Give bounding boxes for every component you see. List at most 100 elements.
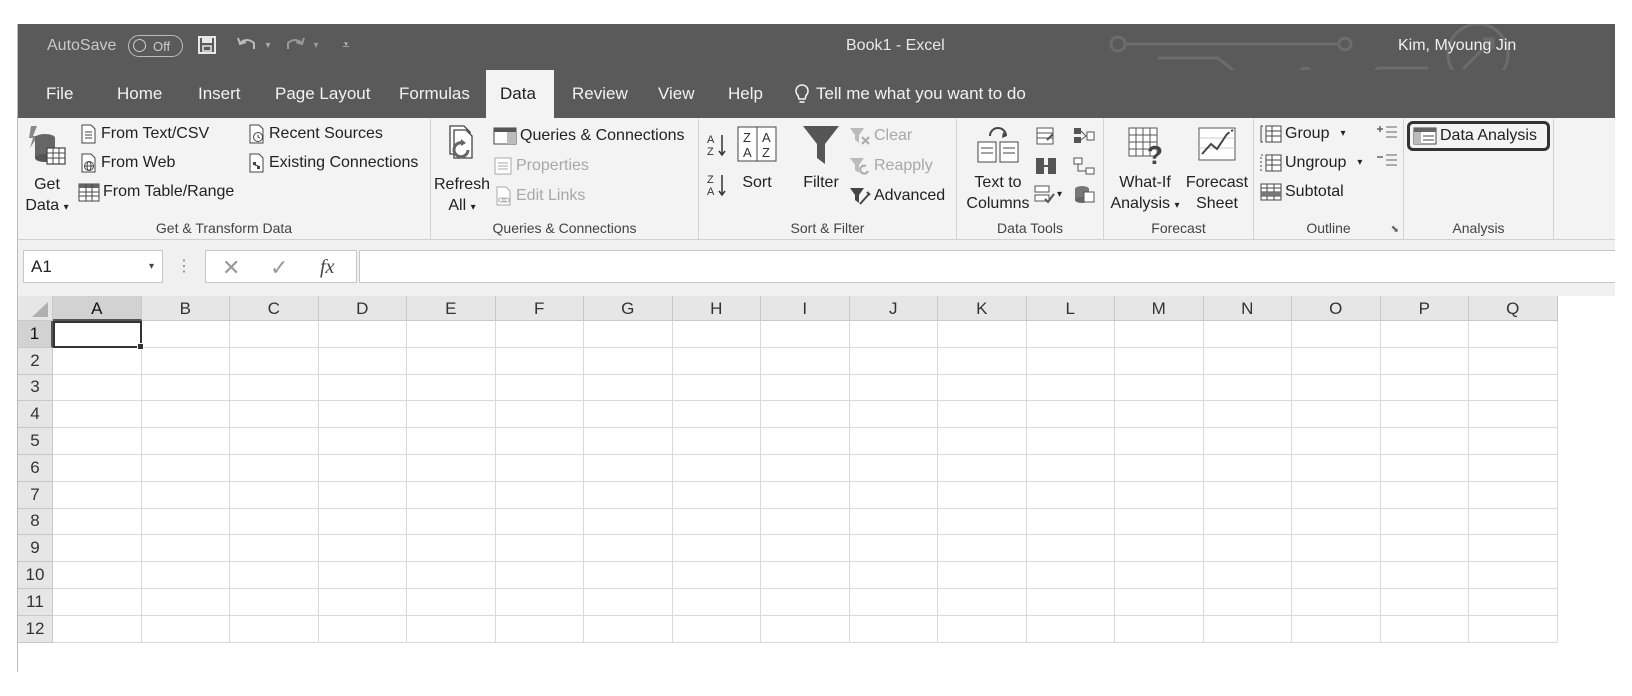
cell-i2[interactable] <box>761 347 850 375</box>
cell-a8[interactable] <box>53 508 142 536</box>
cell-g1[interactable] <box>584 321 673 348</box>
cell-m11[interactable] <box>1115 589 1204 616</box>
cell-q10[interactable] <box>1469 562 1558 589</box>
cell-o11[interactable] <box>1292 589 1381 616</box>
cell-q8[interactable] <box>1469 508 1558 536</box>
cell-e3[interactable] <box>407 374 496 402</box>
cell-b7[interactable] <box>141 481 230 509</box>
cell-c1[interactable] <box>230 321 319 348</box>
cell-i8[interactable] <box>761 508 850 536</box>
cell-m7[interactable] <box>1115 481 1204 509</box>
cell-j7[interactable] <box>849 481 938 509</box>
insert-function-icon[interactable]: fx <box>320 251 334 284</box>
reapply-button[interactable]: Reapply <box>849 156 933 176</box>
row-header-3[interactable]: 3 <box>18 374 53 402</box>
cell-d6[interactable] <box>318 455 407 482</box>
cell-m3[interactable] <box>1115 374 1204 402</box>
cell-a3[interactable] <box>53 374 142 402</box>
cell-n1[interactable] <box>1203 321 1292 348</box>
cell-o5[interactable] <box>1292 428 1381 455</box>
cell-j4[interactable] <box>849 401 938 429</box>
cell-f2[interactable] <box>495 347 584 375</box>
cell-f6[interactable] <box>495 455 584 482</box>
cell-l6[interactable] <box>1026 455 1115 482</box>
show-detail-icon[interactable] <box>1376 124 1398 147</box>
row-header-11[interactable]: 11 <box>18 589 53 616</box>
cell-c7[interactable] <box>230 481 319 509</box>
cell-a12[interactable] <box>53 615 142 643</box>
cell-b3[interactable] <box>141 374 230 402</box>
data-validation-icon[interactable]: ▾ <box>1033 184 1062 204</box>
cell-l7[interactable] <box>1026 481 1115 509</box>
cell-g8[interactable] <box>584 508 673 536</box>
cell-d5[interactable] <box>318 428 407 455</box>
tab-help[interactable]: Help <box>714 70 777 118</box>
cell-b12[interactable] <box>141 615 230 643</box>
row-header-6[interactable]: 6 <box>18 455 53 482</box>
cell-f11[interactable] <box>495 589 584 616</box>
advanced-filter-button[interactable]: Advanced <box>849 186 945 206</box>
column-header-o[interactable]: O <box>1292 296 1381 321</box>
worksheet-grid[interactable]: ABCDEFGHIJKLMNOPQ 1 2 3 4 5 6 7 8 9 10 11 12 <box>18 296 1615 672</box>
cell-h11[interactable] <box>672 589 761 616</box>
row-header-8[interactable]: 8 <box>18 508 53 536</box>
cell-l3[interactable] <box>1026 374 1115 402</box>
properties-button[interactable]: Properties <box>493 156 589 176</box>
row-header-5[interactable]: 5 <box>18 428 53 455</box>
cell-g3[interactable] <box>584 374 673 402</box>
cell-q9[interactable] <box>1469 535 1558 563</box>
subtotal-button[interactable]: Subtotal <box>1260 182 1344 202</box>
cell-d4[interactable] <box>318 401 407 429</box>
cell-b1[interactable] <box>141 321 230 348</box>
cell-p1[interactable] <box>1380 321 1469 348</box>
formula-input[interactable] <box>359 250 1615 283</box>
consolidate-icon[interactable] <box>1073 126 1095 151</box>
cell-h6[interactable] <box>672 455 761 482</box>
cell-p8[interactable] <box>1380 508 1469 536</box>
column-header-h[interactable]: H <box>672 296 761 321</box>
cell-n12[interactable] <box>1203 615 1292 643</box>
user-name[interactable]: Kim, Myoung Jin <box>1398 37 1516 55</box>
cell-c9[interactable] <box>230 535 319 563</box>
cell-q5[interactable] <box>1469 428 1558 455</box>
cell-e11[interactable] <box>407 589 496 616</box>
cell-p5[interactable] <box>1380 428 1469 455</box>
row-header-7[interactable]: 7 <box>18 481 53 509</box>
cell-b4[interactable] <box>141 401 230 429</box>
sort-z-a-button[interactable]: ZA <box>707 172 727 198</box>
cell-l4[interactable] <box>1026 401 1115 429</box>
cell-h4[interactable] <box>672 401 761 429</box>
cell-i4[interactable] <box>761 401 850 429</box>
cell-h12[interactable] <box>672 615 761 643</box>
cell-e1[interactable] <box>407 321 496 348</box>
cell-a11[interactable] <box>53 589 142 616</box>
remove-duplicates-icon[interactable] <box>1035 156 1057 181</box>
cell-j5[interactable] <box>849 428 938 455</box>
cell-n3[interactable] <box>1203 374 1292 402</box>
cell-l1[interactable] <box>1026 321 1115 348</box>
autosave-toggle[interactable]: Off <box>128 35 183 57</box>
cell-l10[interactable] <box>1026 562 1115 589</box>
cell-m10[interactable] <box>1115 562 1204 589</box>
cell-q1[interactable] <box>1469 321 1558 348</box>
cell-q3[interactable] <box>1469 374 1558 402</box>
cell-b2[interactable] <box>141 347 230 375</box>
cell-p7[interactable] <box>1380 481 1469 509</box>
cell-f1[interactable] <box>495 321 584 348</box>
cell-o9[interactable] <box>1292 535 1381 563</box>
cell-d8[interactable] <box>318 508 407 536</box>
cell-n9[interactable] <box>1203 535 1292 563</box>
cell-h1[interactable] <box>672 321 761 348</box>
cell-m1[interactable] <box>1115 321 1204 348</box>
cell-o2[interactable] <box>1292 347 1381 375</box>
undo-icon[interactable] <box>236 34 258 56</box>
cell-j10[interactable] <box>849 562 938 589</box>
cell-b11[interactable] <box>141 589 230 616</box>
cell-h7[interactable] <box>672 481 761 509</box>
column-header-i[interactable]: I <box>761 296 850 321</box>
what-if-analysis-button[interactable]: ? What-If Analysis ▾ <box>1108 124 1182 214</box>
cell-p6[interactable] <box>1380 455 1469 482</box>
cell-c2[interactable] <box>230 347 319 375</box>
cell-n2[interactable] <box>1203 347 1292 375</box>
cell-g2[interactable] <box>584 347 673 375</box>
